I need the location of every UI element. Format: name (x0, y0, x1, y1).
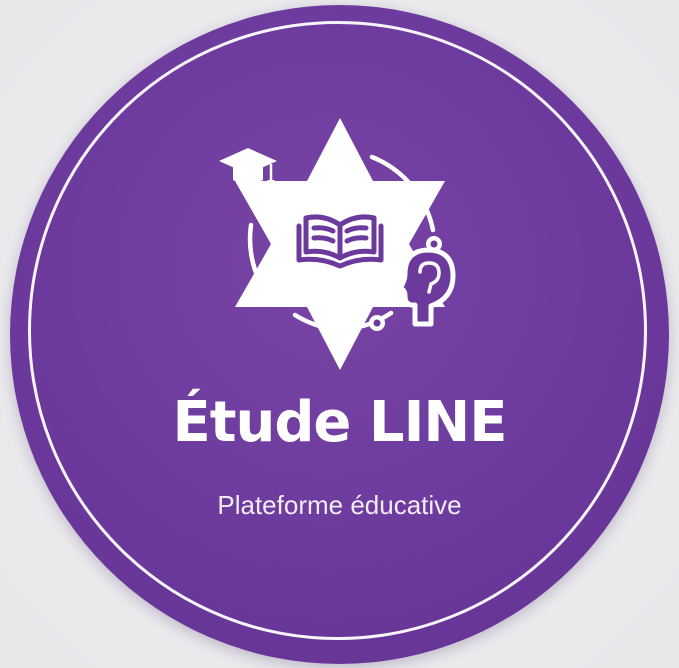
brand-subtitle: Plateforme éducative (217, 490, 462, 520)
graduation-cap-icon (219, 148, 277, 189)
logo-canvas: Étude LINE Plateforme éducative (0, 0, 679, 668)
logo-emblem (219, 118, 456, 370)
head-profile-icon (397, 247, 456, 327)
brand-title: Étude LINE (172, 390, 507, 455)
